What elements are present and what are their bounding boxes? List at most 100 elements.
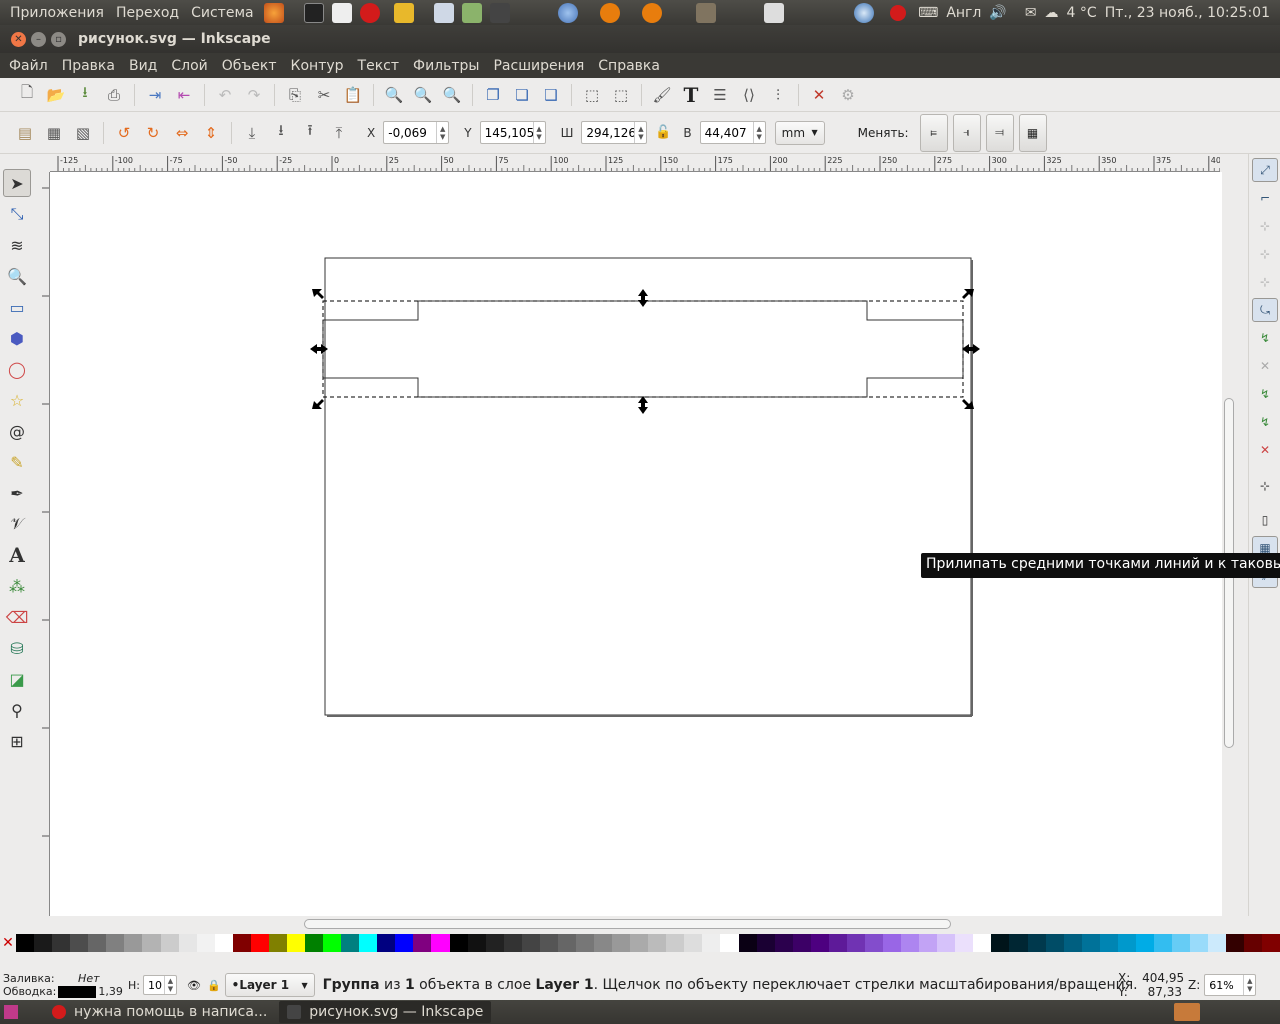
snap-nodes-icon[interactable]: ⤿ <box>1252 298 1278 322</box>
menu-layer[interactable]: Слой <box>164 58 214 74</box>
weather-icon[interactable]: ☁ <box>1045 5 1059 21</box>
palette-swatch[interactable] <box>955 934 974 952</box>
menu-text[interactable]: Текст <box>351 58 406 74</box>
pen-tool-icon[interactable]: ✒ <box>3 479 31 507</box>
text-editor-icon[interactable] <box>331 2 352 23</box>
node-tool-icon[interactable]: ⤡ <box>3 200 31 228</box>
snap-object-midpoints-icon[interactable]: ⊹ <box>1252 474 1278 498</box>
opacity-spinbox[interactable]: ▲▼ <box>142 975 177 995</box>
zoom-input[interactable] <box>1205 975 1244 995</box>
menu-object[interactable]: Объект <box>215 58 284 74</box>
document-properties-icon[interactable]: ⚙ <box>835 82 861 108</box>
spin-arrows-icon[interactable]: ▲ ▼ <box>436 122 448 143</box>
3d-box-tool-icon[interactable]: ⬢ <box>3 324 31 352</box>
snap-cusp-nodes-icon[interactable]: ↯ <box>1252 382 1278 406</box>
palette-swatch[interactable] <box>232 934 251 952</box>
zoom-page-icon[interactable]: 🔍 <box>439 82 465 108</box>
palette-swatch[interactable] <box>160 934 179 952</box>
fill-stroke-icon[interactable]: 🖌 <box>649 82 675 108</box>
snap-bbox-edges-icon[interactable]: ⊹ <box>1252 214 1278 238</box>
snap-bbox-midpoints-icon[interactable]: ⊹ <box>1252 270 1278 294</box>
palette-swatch[interactable] <box>828 934 847 952</box>
y-spinbox[interactable]: ▲▼ <box>479 121 546 144</box>
palette-swatch[interactable] <box>1045 934 1064 952</box>
minimize-window-button[interactable]: – <box>31 31 46 47</box>
snap-bbox-corners-icon[interactable]: ⊹ <box>1252 242 1278 266</box>
palette-swatch[interactable] <box>1063 934 1082 952</box>
show-desktop-icon[interactable] <box>4 1005 18 1019</box>
palette-swatch[interactable] <box>521 934 540 952</box>
palette-swatch[interactable] <box>792 934 811 952</box>
zoom-drawing-icon[interactable]: 🔍 <box>410 82 436 108</box>
menu-view[interactable]: Вид <box>122 58 164 74</box>
spin-arrows-icon[interactable]: ▲ ▼ <box>532 122 545 143</box>
palette-swatch[interactable] <box>88 934 107 952</box>
raise-to-top-icon[interactable]: ⤒ <box>326 120 352 146</box>
palette-swatch[interactable] <box>756 934 775 952</box>
star-tool-icon[interactable]: ☆ <box>3 386 31 414</box>
palette-swatch[interactable] <box>594 934 613 952</box>
spiral-tool-icon[interactable]: @ <box>3 417 31 445</box>
palette-swatch[interactable] <box>720 934 739 952</box>
horizontal-ruler[interactable]: -125 -100 -75 -50 -25 0 25 50 75 100 125 150 175 200 2… <box>50 154 1220 172</box>
zoom-spinbox[interactable]: ▲▼ <box>1204 974 1257 996</box>
flip-horizontal-icon[interactable]: ⇔ <box>169 120 195 146</box>
palette-swatch[interactable] <box>196 934 215 952</box>
volume-icon[interactable]: 🔊 <box>989 5 1006 21</box>
palette-swatch[interactable] <box>666 934 685 952</box>
unit-select[interactable]: mm ▼ <box>774 120 825 145</box>
menu-extensions[interactable]: Расширения <box>486 58 591 74</box>
spray-tool-icon[interactable]: ⁂ <box>3 572 31 600</box>
eraser-tool-icon[interactable]: ⌫ <box>3 603 31 631</box>
clock[interactable]: Пт., 23 нояб., 10:25:01 <box>1105 5 1270 21</box>
spin-arrows-icon[interactable]: ▲ ▼ <box>163 976 176 994</box>
palette-swatch[interactable] <box>16 934 35 952</box>
palette-swatch[interactable] <box>557 934 576 952</box>
task-opera[interactable]: нужна помощь в написа... <box>44 1001 275 1023</box>
palette-swatch[interactable] <box>883 934 902 952</box>
panel-menu-places[interactable]: Переход <box>110 5 185 21</box>
resize-handle-sw[interactable] <box>312 399 324 409</box>
palette-swatch[interactable] <box>937 934 956 952</box>
flip-vertical-icon[interactable]: ⇕ <box>198 120 224 146</box>
cut-icon[interactable]: ✂ <box>311 82 337 108</box>
w-spinbox[interactable]: ▲▼ <box>581 121 648 144</box>
snap-bbox-icon[interactable]: ⌐ <box>1252 186 1278 210</box>
raise-icon[interactable]: ⭱ <box>297 120 323 146</box>
task-inkscape[interactable]: рисунок.svg — Inkscape <box>279 1001 492 1023</box>
canvas-drawing[interactable] <box>50 172 1222 916</box>
palette-swatch[interactable] <box>539 934 558 952</box>
palette-swatch[interactable] <box>142 934 161 952</box>
menu-help[interactable]: Справка <box>591 58 667 74</box>
palette-swatch[interactable] <box>124 934 143 952</box>
palette-swatch[interactable] <box>341 934 360 952</box>
palette-swatch[interactable] <box>323 934 342 952</box>
snap-paths-icon[interactable]: ↯ <box>1252 326 1278 350</box>
palette-swatch[interactable] <box>467 934 486 952</box>
menu-filters[interactable]: Фильтры <box>406 58 486 74</box>
layers-icon[interactable]: ☰ <box>707 82 733 108</box>
transform-gradients-toggle[interactable]: ⫤ <box>985 113 1014 152</box>
palette-swatch[interactable] <box>1262 934 1280 952</box>
rotate-ccw-icon[interactable]: ↺ <box>111 120 137 146</box>
palette-swatch[interactable] <box>1190 934 1209 952</box>
vertical-scrollbar[interactable] <box>1222 154 1236 916</box>
snap-line-midpoints-icon[interactable]: ✕ <box>1252 438 1278 462</box>
opera-icon[interactable] <box>359 2 380 23</box>
snap-intersections-icon[interactable]: ✕ <box>1252 354 1278 378</box>
save-icon[interactable]: ⭳ <box>72 82 98 108</box>
palette-swatch[interactable] <box>359 934 378 952</box>
palette-swatch[interactable] <box>214 934 233 952</box>
text-font-icon[interactable]: T <box>678 82 704 108</box>
dropper-tool-icon[interactable]: ⚲ <box>3 696 31 724</box>
spin-arrows-icon[interactable]: ▲ ▼ <box>1243 975 1255 995</box>
chromium-icon[interactable] <box>557 2 578 23</box>
zoom-tool-icon[interactable]: 🔍 <box>3 262 31 290</box>
palette-swatch[interactable] <box>431 934 450 952</box>
palette-swatch[interactable] <box>268 934 287 952</box>
open-icon[interactable]: 📂 <box>43 82 69 108</box>
opera-mail-icon[interactable] <box>890 4 907 21</box>
palette-swatch[interactable] <box>1099 934 1118 952</box>
rectangle-tool-icon[interactable]: ▭ <box>3 293 31 321</box>
color-palette[interactable]: ✕ <box>0 934 1280 952</box>
